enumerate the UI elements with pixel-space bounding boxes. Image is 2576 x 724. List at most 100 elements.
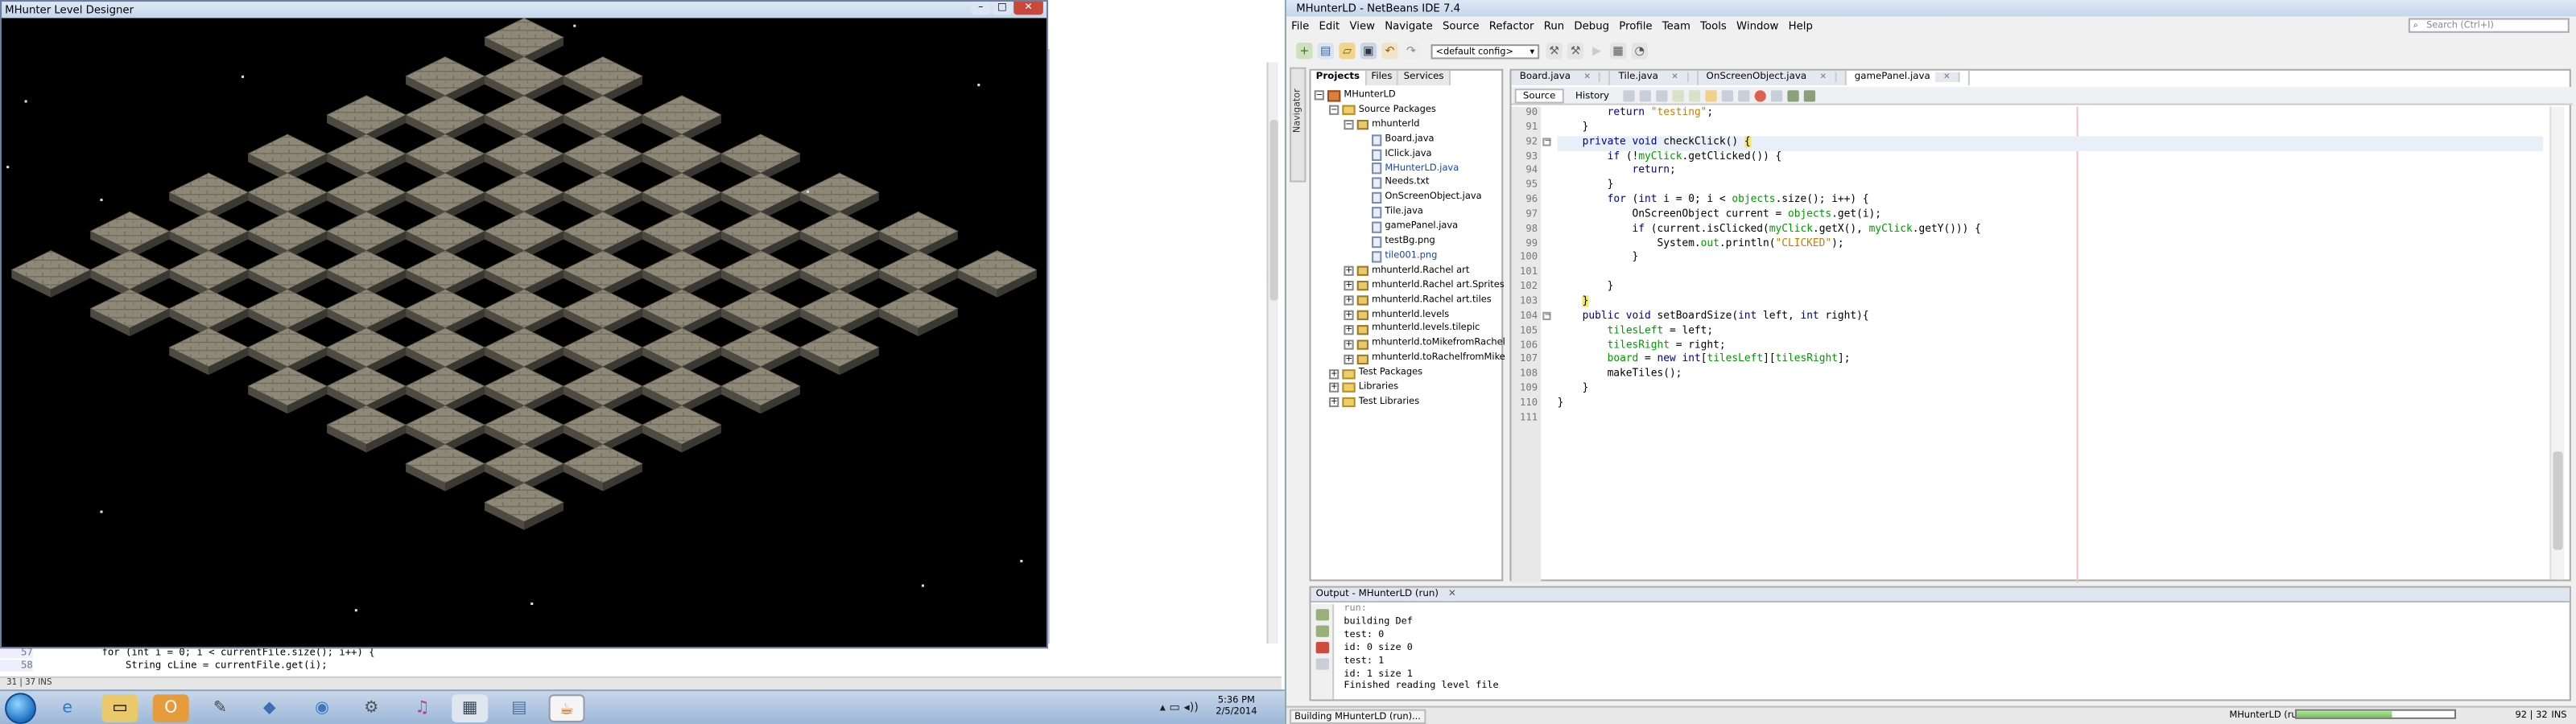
menu-navigate[interactable]: Navigate (1380, 18, 1438, 34)
tab-files[interactable]: Files (1366, 70, 1399, 86)
level-designer-window[interactable]: MHunter Level Designer – □ ✕ (0, 0, 1049, 649)
tool-icon[interactable]: ⚙ (353, 694, 390, 722)
open-project-icon[interactable]: ▱ (1339, 43, 1356, 60)
next-occurrence-icon[interactable] (1688, 89, 1700, 101)
debug-icon[interactable]: ▦ (1609, 43, 1627, 60)
shift-right-icon[interactable] (1737, 89, 1749, 101)
window-title-bar[interactable]: MHunter Level Designer – □ ✕ (2, 2, 1046, 19)
source-tab[interactable]: Source (1514, 88, 1564, 103)
menu-file[interactable]: File (1286, 18, 1314, 34)
collapse-icon[interactable]: − (1329, 105, 1340, 116)
tree-item[interactable]: + mhunterld.Rachel art (1344, 264, 1469, 278)
rerun-icon[interactable] (1315, 609, 1330, 621)
java-icon[interactable]: ☕ (548, 694, 585, 722)
collapse-icon[interactable]: − (1344, 120, 1354, 130)
menu-tools[interactable]: Tools (1695, 18, 1732, 34)
expand-icon[interactable]: + (1344, 354, 1354, 364)
expand-icon[interactable]: + (1344, 339, 1354, 350)
tree-item[interactable]: OnScreenObject.java (1359, 191, 1482, 205)
tree-item[interactable]: gamePanel.java (1359, 220, 1458, 235)
itunes-icon[interactable]: ♫ (404, 694, 440, 722)
tree-item[interactable]: + mhunterld.levels (1344, 308, 1449, 323)
settings-icon[interactable] (1315, 658, 1330, 670)
tree-item[interactable]: + Test Packages (1329, 366, 1422, 381)
menu-view[interactable]: View (1344, 18, 1380, 34)
editor-tab-active[interactable]: gamePanel.java ✕ (1846, 70, 1971, 86)
tree-item[interactable]: MHunterLD.java (1359, 162, 1459, 176)
redo-icon[interactable]: ↷ (1402, 43, 1420, 60)
close-button[interactable]: ✕ (1013, 2, 1043, 15)
editor-tab[interactable]: OnScreenObject.java ✕ (1698, 70, 1847, 86)
expand-icon[interactable]: + (1344, 295, 1354, 306)
maximize-button[interactable]: □ (992, 2, 1013, 15)
run-icon[interactable]: ▶ (1588, 43, 1604, 59)
build-status[interactable]: Building MHunterLD (run)... (1290, 709, 1426, 724)
expand-icon[interactable]: + (1329, 397, 1340, 408)
collapse-icon[interactable]: − (1314, 91, 1324, 101)
toggle-highlight-icon[interactable] (1704, 89, 1716, 101)
new-file-icon[interactable]: ▤ (1317, 43, 1335, 60)
fold-icon[interactable]: − (1542, 311, 1551, 320)
expand-icon[interactable]: + (1344, 310, 1354, 320)
tree-item[interactable]: + Libraries (1329, 381, 1398, 395)
search-icon[interactable] (1655, 89, 1667, 101)
stop-icon[interactable] (1315, 641, 1330, 654)
paint-icon[interactable]: ✎ (202, 694, 238, 722)
tree-item[interactable]: Tile.java (1359, 205, 1423, 220)
tree-item[interactable]: + mhunterld.toMikefromRachel (1344, 337, 1505, 352)
search-input[interactable]: ⌕ Search (Ctrl+I) (2408, 18, 2570, 33)
expand-icon[interactable]: + (1329, 383, 1340, 393)
tree-item[interactable]: + mhunterld.Rachel art.tiles (1344, 293, 1492, 307)
chrome-icon[interactable]: ◉ (304, 694, 341, 722)
expand-icon[interactable]: + (1329, 368, 1340, 379)
system-tray[interactable]: ▴ ▭ ◂)) (1160, 701, 1199, 714)
menu-edit[interactable]: Edit (1314, 18, 1344, 34)
menu-team[interactable]: Team (1657, 18, 1695, 34)
tree-item[interactable]: testBg.png (1359, 235, 1435, 249)
tree-item[interactable]: + mhunterld.levels.tilepic (1344, 323, 1480, 337)
forward-icon[interactable] (1638, 89, 1651, 101)
tree-item[interactable]: − MHunterLD (1314, 88, 1396, 103)
isometric-board[interactable] (2, 18, 1046, 647)
tree-item[interactable]: Board.java (1359, 133, 1435, 147)
menu-refactor[interactable]: Refactor (1484, 18, 1539, 34)
comment-icon[interactable] (1786, 89, 1798, 101)
netbeans-window[interactable]: MHunterLD - NetBeans IDE 7.4 File Edit V… (1284, 0, 2576, 724)
shift-left-icon[interactable] (1720, 89, 1733, 101)
config-select[interactable]: <default config> (1430, 43, 1540, 59)
profile-icon[interactable]: ◔ (1631, 43, 1648, 60)
expand-icon[interactable]: + (1344, 281, 1354, 291)
clock[interactable]: 5:36 PM 2/5/2014 (1216, 696, 1257, 719)
editor-tab[interactable]: Board.java ✕ (1511, 70, 1611, 86)
menu-source[interactable]: Source (1438, 18, 1484, 34)
save-all-icon[interactable]: ▣ (1360, 43, 1377, 60)
tree-item[interactable]: Needs.txt (1359, 176, 1430, 191)
tree-item[interactable]: − mhunterld (1344, 118, 1420, 133)
outlook-icon[interactable]: O (152, 694, 189, 722)
menu-run[interactable]: Run (1539, 18, 1570, 34)
record-macro-icon[interactable] (1770, 89, 1782, 101)
editor-scrollbar[interactable] (2549, 106, 2565, 580)
ie-icon[interactable]: e (49, 694, 85, 722)
box-icon[interactable]: ◆ (251, 694, 287, 722)
expand-icon[interactable]: + (1344, 266, 1354, 277)
app-icon[interactable]: ▦ (452, 694, 489, 722)
tree-item[interactable]: + Test Libraries (1329, 396, 1419, 410)
netbeans-title-bar[interactable]: MHunterLD - NetBeans IDE 7.4 (1286, 0, 2576, 17)
menu-profile[interactable]: Profile (1614, 18, 1657, 34)
history-tab[interactable]: History (1567, 88, 1618, 103)
editor-tab[interactable]: Tile.java ✕ (1610, 70, 1699, 86)
start-button[interactable] (5, 693, 36, 724)
code-area[interactable]: return "testing"; } private void checkCl… (1557, 107, 2544, 583)
undo-icon[interactable]: ↶ (1381, 43, 1398, 60)
tree-item[interactable]: − Source Packages (1329, 103, 1436, 117)
tree-item[interactable]: + mhunterld.toRachelfromMike (1344, 352, 1505, 366)
close-output-icon[interactable]: ✕ (1448, 590, 1456, 599)
explorer-icon[interactable]: ▭ (101, 694, 138, 722)
build-icon[interactable]: ⚒ (1546, 43, 1563, 60)
uncomment-icon[interactable] (1802, 89, 1815, 101)
menu-debug[interactable]: Debug (1569, 18, 1614, 34)
fold-icon[interactable]: − (1542, 137, 1551, 146)
prev-occurrence-icon[interactable] (1671, 89, 1683, 101)
rerun-icon[interactable] (1315, 625, 1330, 637)
